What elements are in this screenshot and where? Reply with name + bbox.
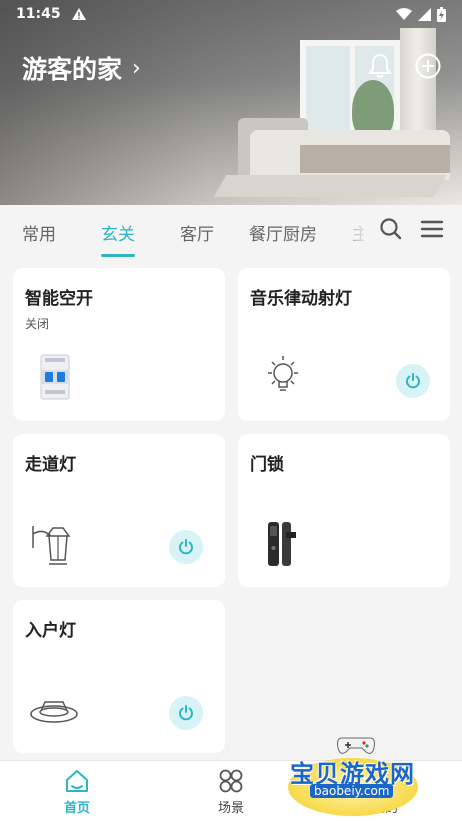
warning-icon xyxy=(71,8,86,20)
tab-fade xyxy=(330,205,370,259)
signal-icon xyxy=(418,7,431,21)
device-name: 音乐律动射灯 xyxy=(250,289,352,309)
tab-dining-kitchen[interactable]: 餐厅厨房 xyxy=(249,205,317,259)
bell-icon[interactable] xyxy=(366,52,394,80)
battery-icon xyxy=(437,6,446,22)
tab-entrance[interactable]: 玄关 xyxy=(101,205,135,259)
power-button[interactable] xyxy=(396,364,430,398)
door-lock-icon xyxy=(268,522,296,566)
device-status: 关闭 xyxy=(25,317,50,331)
watermark: 宝贝游戏网 baobeiy.com xyxy=(288,732,438,817)
status-time: 11:45 xyxy=(16,6,61,22)
bulb-icon xyxy=(268,356,298,391)
nav-home-label: 首页 xyxy=(63,801,90,816)
wifi-icon xyxy=(396,7,412,20)
device-name: 智能空开 xyxy=(25,289,93,309)
room-rug xyxy=(213,175,447,197)
menu-icon[interactable] xyxy=(419,216,445,242)
power-icon xyxy=(179,539,193,555)
device-name: 入户灯 xyxy=(25,621,76,641)
power-icon xyxy=(179,705,193,721)
home-selector[interactable]: 游客的家 › xyxy=(22,50,141,86)
status-bar: 11:45 xyxy=(0,0,462,28)
circuit-breaker-icon xyxy=(40,354,70,400)
wall-lantern-icon xyxy=(32,526,71,565)
tab-common[interactable]: 常用 xyxy=(22,205,56,259)
device-card-entry-light[interactable]: 入户灯 xyxy=(13,600,225,753)
tab-living-room[interactable]: 客厅 xyxy=(180,205,214,259)
device-name: 门锁 xyxy=(250,455,284,475)
power-icon xyxy=(406,373,420,389)
device-card-music-spotlight[interactable]: 音乐律动射灯 xyxy=(238,268,450,421)
scene-icon xyxy=(219,769,243,793)
add-circle-icon[interactable] xyxy=(414,52,442,80)
device-card-breaker[interactable]: 智能空开 关闭 xyxy=(13,268,225,421)
nav-scene-label: 场景 xyxy=(217,801,244,816)
watermark-url: baobeiy.com xyxy=(310,784,394,798)
chevron-right-icon: › xyxy=(132,55,141,81)
bed-blanket xyxy=(300,145,450,173)
device-card-corridor-light[interactable]: 走道灯 xyxy=(13,434,225,587)
downlight-icon xyxy=(30,701,78,723)
nav-home[interactable]: 首页 xyxy=(37,767,117,816)
header-banner xyxy=(0,0,462,205)
device-name: 走道灯 xyxy=(25,455,76,475)
power-button[interactable] xyxy=(169,696,203,730)
gamepad-icon xyxy=(337,737,375,754)
device-card-door-lock[interactable]: 门锁 xyxy=(238,434,450,587)
search-icon[interactable] xyxy=(378,216,404,242)
home-name: 游客的家 xyxy=(22,55,123,84)
home-icon xyxy=(66,770,88,792)
nav-scene[interactable]: 场景 xyxy=(191,767,271,816)
power-button[interactable] xyxy=(169,530,203,564)
